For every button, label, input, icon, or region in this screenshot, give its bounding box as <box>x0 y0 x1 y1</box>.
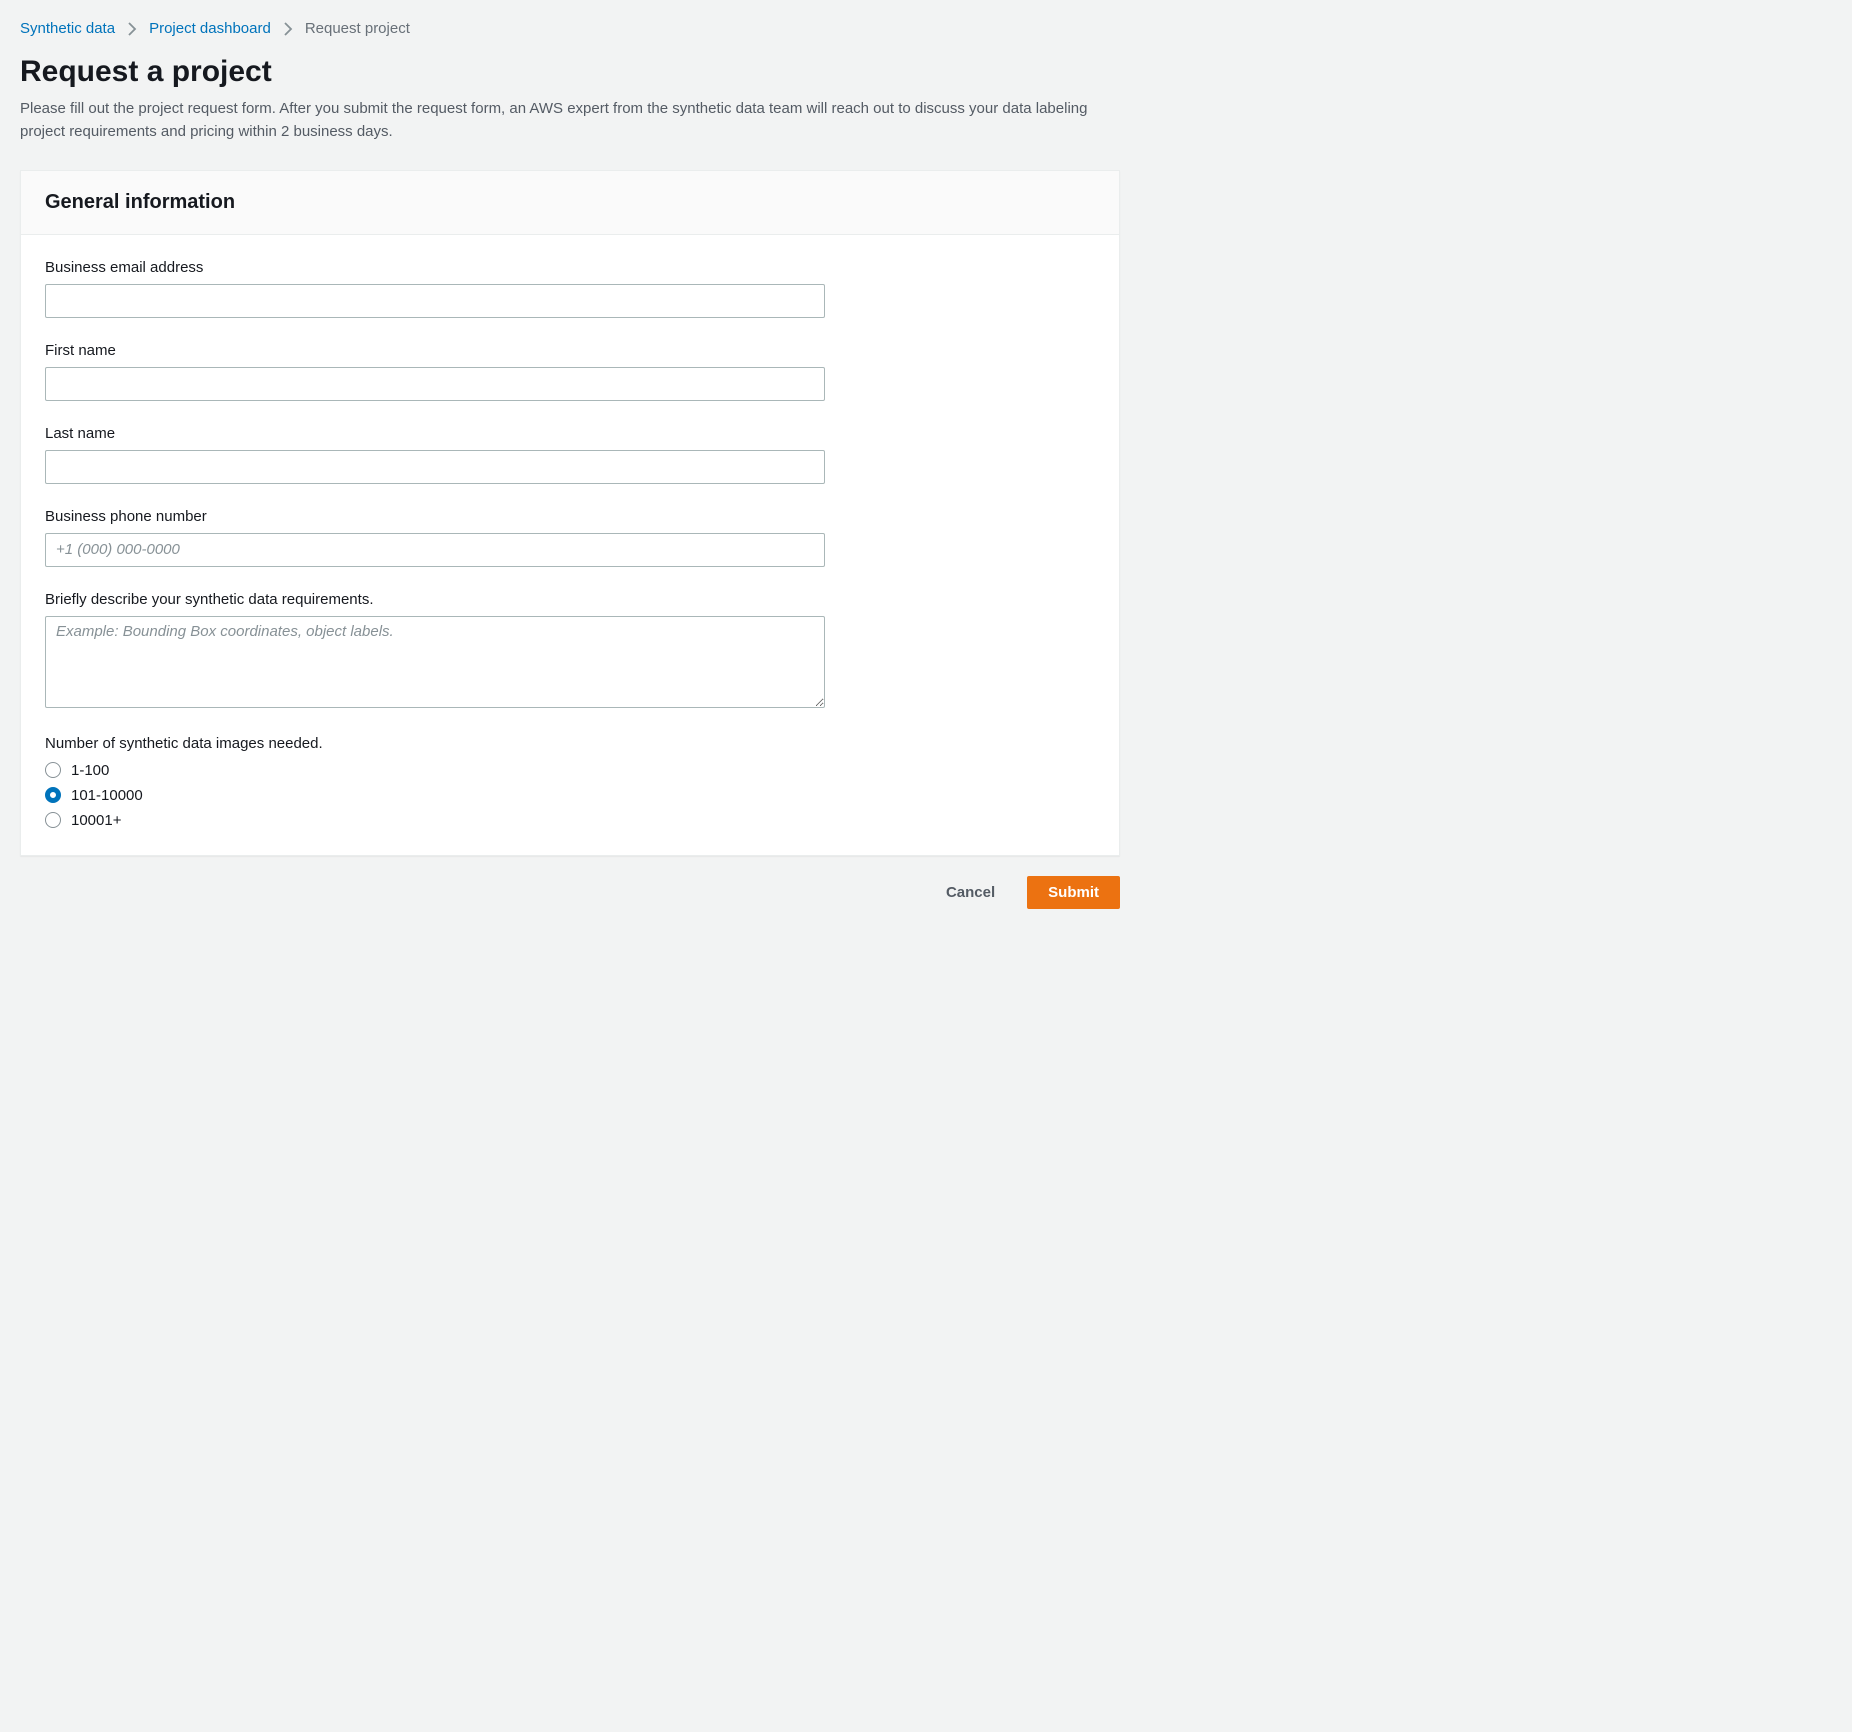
breadcrumb-link-project-dashboard[interactable]: Project dashboard <box>149 20 271 37</box>
page-description: Please fill out the project request form… <box>20 97 1120 144</box>
breadcrumb-current: Request project <box>305 20 410 37</box>
radio-option-1-100[interactable]: 1-100 <box>45 762 1095 779</box>
radio-option-10001-plus[interactable]: 10001+ <box>45 812 1095 829</box>
images-needed-radio-group: 1-100 101-10000 10001+ <box>45 762 1095 829</box>
submit-button[interactable]: Submit <box>1027 876 1120 909</box>
chevron-right-icon <box>283 22 293 36</box>
cancel-button[interactable]: Cancel <box>926 877 1015 908</box>
description-field[interactable] <box>45 616 825 708</box>
radio-label: 1-100 <box>71 762 109 779</box>
last-name-field[interactable] <box>45 450 825 484</box>
radio-icon <box>45 762 61 778</box>
page-title: Request a project <box>20 55 1120 89</box>
phone-label: Business phone number <box>45 508 1095 525</box>
radio-icon <box>45 787 61 803</box>
breadcrumb: Synthetic data Project dashboard Request… <box>20 20 1120 37</box>
description-label: Briefly describe your synthetic data req… <box>45 591 1095 608</box>
radio-option-101-10000[interactable]: 101-10000 <box>45 787 1095 804</box>
action-bar: Cancel Submit <box>20 876 1120 909</box>
chevron-right-icon <box>127 22 137 36</box>
radio-icon <box>45 812 61 828</box>
phone-field[interactable] <box>45 533 825 567</box>
last-name-label: Last name <box>45 425 1095 442</box>
first-name-field[interactable] <box>45 367 825 401</box>
radio-label: 10001+ <box>71 812 121 829</box>
general-info-panel: General information Business email addre… <box>20 170 1120 856</box>
images-needed-label: Number of synthetic data images needed. <box>45 735 1095 752</box>
first-name-label: First name <box>45 342 1095 359</box>
breadcrumb-link-synthetic-data[interactable]: Synthetic data <box>20 20 115 37</box>
email-label: Business email address <box>45 259 1095 276</box>
radio-label: 101-10000 <box>71 787 143 804</box>
panel-title: General information <box>45 191 1095 214</box>
email-field[interactable] <box>45 284 825 318</box>
